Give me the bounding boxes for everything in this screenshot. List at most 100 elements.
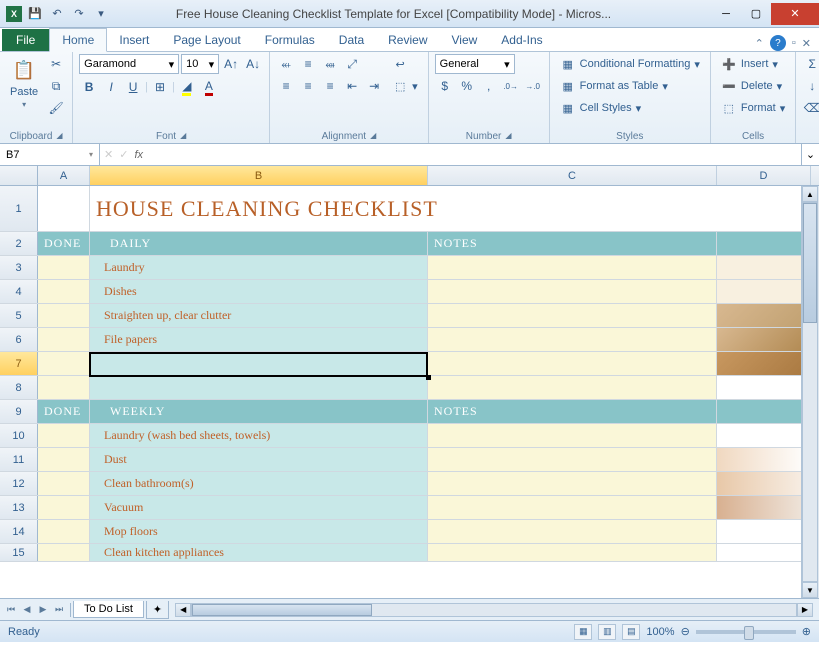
font-size-select[interactable]: 10▾ (181, 54, 219, 74)
tab-review[interactable]: Review (376, 29, 439, 51)
font-color-button[interactable]: A (199, 77, 219, 97)
number-format-select[interactable]: General▾ (435, 54, 515, 74)
undo-icon[interactable]: ↶ (48, 5, 66, 23)
wrap-text-button[interactable]: ↩ (388, 54, 422, 74)
tab-formulas[interactable]: Formulas (253, 29, 327, 51)
cell-b2[interactable]: DAILY (90, 232, 428, 255)
decrease-indent-icon[interactable]: ⇤ (342, 76, 362, 96)
clipboard-launcher-icon[interactable]: ◢ (56, 131, 62, 142)
conditional-formatting-button[interactable]: ▦Conditional Formatting▾ (556, 54, 704, 74)
enter-formula-icon[interactable]: ✓ (119, 148, 128, 161)
horizontal-scrollbar[interactable]: ◀ ▶ (175, 603, 813, 617)
format-painter-button[interactable]: 🖌 (46, 98, 66, 118)
number-launcher-icon[interactable]: ◢ (505, 131, 511, 142)
scroll-up-icon[interactable]: ▲ (802, 186, 818, 202)
font-name-select[interactable]: Garamond▾ (79, 54, 179, 74)
autosum-button[interactable]: Σ (802, 54, 819, 74)
orientation-icon[interactable]: ⤢ (342, 54, 362, 74)
minimize-ribbon-icon[interactable]: ⌃ (755, 37, 764, 50)
name-box[interactable]: B7▾ (0, 144, 100, 165)
cancel-formula-icon[interactable]: ✕ (104, 148, 113, 161)
tab-insert[interactable]: Insert (107, 29, 161, 51)
grid-body[interactable]: 1 HOUSE CLEANING CHECKLIST 2 DONE DAILY … (0, 186, 819, 562)
close-button[interactable]: ✕ (771, 3, 819, 25)
close-workbook-icon[interactable]: ✕ (802, 37, 811, 50)
align-top-icon[interactable]: ⬴ (276, 54, 296, 74)
col-header-a[interactable]: A (38, 166, 90, 185)
cell-b1-title[interactable]: HOUSE CLEANING CHECKLIST (90, 186, 811, 231)
paste-button[interactable]: 📋 Paste ▾ (6, 54, 42, 111)
last-sheet-icon[interactable]: ⏭ (52, 603, 66, 617)
sheet-tab-todo[interactable]: To Do List (73, 601, 144, 618)
fill-color-button[interactable]: ◢ (177, 77, 197, 97)
italic-button[interactable]: I (101, 77, 121, 97)
align-middle-icon[interactable]: ≡ (298, 54, 318, 74)
vscroll-thumb[interactable] (803, 203, 817, 323)
align-left-icon[interactable]: ≡ (276, 76, 296, 96)
align-right-icon[interactable]: ≡ (320, 76, 340, 96)
row-header-2[interactable]: 2 (0, 232, 38, 255)
fx-button[interactable]: fx (134, 149, 143, 161)
normal-view-icon[interactable]: ▦ (574, 624, 592, 640)
help-icon[interactable]: ? (770, 35, 786, 51)
col-header-c[interactable]: C (428, 166, 717, 185)
new-sheet-button[interactable]: ✦ (146, 601, 169, 619)
tab-home[interactable]: Home (49, 28, 107, 52)
format-as-table-button[interactable]: ▦Format as Table▾ (556, 76, 704, 96)
cell-a1[interactable] (38, 186, 90, 231)
decrease-font-icon[interactable]: A↓ (243, 54, 263, 74)
scroll-right-icon[interactable]: ▶ (797, 603, 813, 617)
increase-indent-icon[interactable]: ⇥ (364, 76, 384, 96)
row-header-1[interactable]: 1 (0, 186, 38, 231)
copy-button[interactable]: ⧉ (46, 76, 66, 96)
prev-sheet-icon[interactable]: ◀ (20, 603, 34, 617)
zoom-in-icon[interactable]: ⊕ (802, 625, 811, 638)
page-break-view-icon[interactable]: ▤ (622, 624, 640, 640)
zoom-level[interactable]: 100% (646, 626, 674, 638)
underline-button[interactable]: U (123, 77, 143, 97)
tab-view[interactable]: View (440, 29, 490, 51)
col-header-b[interactable]: B (90, 166, 428, 185)
alignment-launcher-icon[interactable]: ◢ (370, 131, 376, 142)
select-all-corner[interactable] (0, 166, 38, 185)
zoom-slider[interactable] (696, 630, 796, 634)
format-cells-button[interactable]: ⬚Format▾ (717, 98, 789, 118)
qat-customize-icon[interactable]: ▾ (92, 5, 110, 23)
merge-center-button[interactable]: ⬚▾ (388, 76, 422, 96)
formula-input[interactable] (149, 149, 797, 161)
vertical-scrollbar[interactable]: ▲ ▼ (801, 186, 819, 598)
minimize-button[interactable]: ─ (711, 3, 741, 25)
bold-button[interactable]: B (79, 77, 99, 97)
zoom-out-icon[interactable]: ⊖ (681, 625, 690, 638)
cell-b7-selected[interactable] (90, 352, 428, 375)
increase-font-icon[interactable]: A↑ (221, 54, 241, 74)
scroll-left-icon[interactable]: ◀ (175, 603, 191, 617)
delete-cells-button[interactable]: ➖Delete▾ (717, 76, 789, 96)
expand-formula-bar-icon[interactable]: ⌄ (801, 144, 819, 165)
redo-icon[interactable]: ↷ (70, 5, 88, 23)
percent-button[interactable]: % (457, 76, 477, 96)
selection-handle[interactable] (426, 375, 431, 380)
page-layout-view-icon[interactable]: ▥ (598, 624, 616, 640)
fill-button[interactable]: ↓ (802, 76, 819, 96)
cell-c2[interactable]: NOTES (428, 232, 717, 255)
col-header-d[interactable]: D (717, 166, 811, 185)
cell-styles-button[interactable]: ▦Cell Styles▾ (556, 98, 704, 118)
maximize-button[interactable]: ▢ (741, 3, 771, 25)
cell-a2[interactable]: DONE (38, 232, 90, 255)
decrease-decimal-button[interactable]: →.0 (523, 76, 543, 96)
clear-button[interactable]: ⌫ (802, 98, 819, 118)
restore-window-icon[interactable]: ▫ (792, 37, 796, 49)
hscroll-thumb[interactable] (192, 604, 372, 616)
cell-d2[interactable] (717, 232, 811, 255)
border-button[interactable]: ⊞ (150, 77, 170, 97)
save-icon[interactable]: 💾 (26, 5, 44, 23)
font-launcher-icon[interactable]: ◢ (180, 131, 186, 142)
first-sheet-icon[interactable]: ⏮ (4, 603, 18, 617)
align-center-icon[interactable]: ≡ (298, 76, 318, 96)
file-tab[interactable]: File (2, 29, 49, 51)
currency-button[interactable]: $ (435, 76, 455, 96)
insert-cells-button[interactable]: ➕Insert▾ (717, 54, 789, 74)
align-bottom-icon[interactable]: ⬵ (320, 54, 340, 74)
comma-button[interactable]: , (479, 76, 499, 96)
